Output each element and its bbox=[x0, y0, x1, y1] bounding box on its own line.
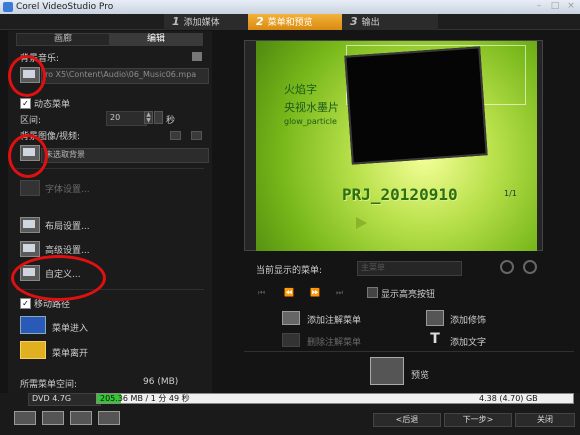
step-menu-preview[interactable]: 2 菜单和预览 bbox=[248, 14, 344, 30]
step-add-media[interactable]: 1 添加媒体 bbox=[164, 14, 260, 30]
menu-space-value: 96 (MB) bbox=[143, 377, 179, 387]
add-text-icon[interactable]: T bbox=[426, 331, 444, 347]
tab-edit[interactable]: 编辑 bbox=[109, 33, 203, 46]
minimize-icon[interactable]: – bbox=[532, 0, 546, 12]
current-menu-select[interactable]: 主菜单 bbox=[357, 261, 462, 276]
font-settings-button[interactable]: 字体设置... bbox=[45, 182, 90, 195]
add-note-menu-icon[interactable] bbox=[282, 311, 300, 325]
menu-settings-panel: 画廊 编辑 背景音乐: ro X5\Content\Audio\06_Music… bbox=[8, 31, 212, 395]
redo-icon[interactable] bbox=[523, 260, 537, 274]
advanced-settings-button[interactable]: 高级设置... bbox=[45, 243, 90, 256]
keyboard-icon[interactable] bbox=[14, 411, 36, 425]
preview-icon[interactable] bbox=[370, 357, 404, 385]
annotation-circle bbox=[11, 255, 106, 301]
step-bar: 1 添加媒体 2 菜单和预览 3 输出 bbox=[0, 14, 580, 30]
font-settings-icon bbox=[20, 180, 40, 196]
interval-input[interactable]: 20 bbox=[106, 111, 147, 126]
add-note-menu-button[interactable]: 添加注解菜单 bbox=[307, 313, 361, 326]
seconds-label: 秒 bbox=[166, 116, 176, 126]
disc-used-text: 205.36 MB / 1 分 49 秒 bbox=[100, 394, 190, 403]
divider bbox=[244, 351, 574, 352]
page-indicator: 1/1 bbox=[504, 189, 517, 198]
delete-note-menu-button[interactable]: 删除注解菜单 bbox=[307, 335, 361, 348]
layout-settings-icon bbox=[20, 217, 40, 233]
disc-total-text: 4.38 (4.70) GB bbox=[479, 394, 538, 403]
preview-button[interactable]: 预览 bbox=[411, 368, 429, 381]
menu-leave-label: 菜单离开 bbox=[52, 349, 89, 359]
current-menu-label: 当前显示的菜单: bbox=[256, 266, 323, 276]
interval-stepper[interactable]: ▲ ▼ bbox=[144, 111, 153, 124]
undo-icon[interactable] bbox=[500, 260, 514, 274]
disc-space-bar: 205.36 MB / 1 分 49 秒 4.38 (4.70) GB bbox=[96, 393, 574, 404]
add-decoration-icon[interactable] bbox=[426, 310, 444, 326]
tab-gallery[interactable]: 画廊 bbox=[16, 33, 110, 46]
show-highlight-checkbox[interactable] bbox=[367, 287, 378, 298]
next-frame-icon[interactable]: ⏩ bbox=[310, 288, 322, 297]
menu-leave-icon[interactable] bbox=[20, 341, 46, 359]
motion-path-checkbox[interactable]: ✓ bbox=[20, 298, 31, 309]
step-output[interactable]: 3 输出 bbox=[342, 14, 438, 30]
menu-enter-label: 菜单进入 bbox=[52, 324, 89, 334]
next-button[interactable]: 下一步> bbox=[444, 413, 512, 427]
menu-space-label: 所需菜单空间: bbox=[20, 380, 78, 390]
project-title[interactable]: PRJ_20120910 bbox=[342, 185, 458, 204]
back-button[interactable]: <后退 bbox=[373, 413, 441, 427]
thumbnail-frame[interactable] bbox=[344, 46, 488, 165]
close-button[interactable]: 关闭 bbox=[515, 413, 575, 427]
motion-menu-checkbox[interactable]: ✓ bbox=[20, 98, 31, 109]
last-frame-icon[interactable]: ⏭ bbox=[336, 288, 348, 297]
motion-menu-label: 动态菜单 bbox=[34, 100, 71, 110]
step-label: 添加媒体 bbox=[183, 18, 220, 28]
menu-item-1[interactable]: 火焰字 bbox=[284, 81, 317, 97]
menu-preview: 火焰字 央视水墨片 glow_particle PRJ_20120910 1/1 bbox=[244, 40, 543, 251]
list-icon[interactable] bbox=[192, 52, 202, 61]
app-icon bbox=[3, 2, 13, 12]
menu-item-2[interactable]: 央视水墨片 bbox=[284, 99, 339, 115]
prev-frame-icon[interactable]: ⏪ bbox=[284, 288, 296, 297]
maximize-icon[interactable]: □ bbox=[548, 0, 562, 12]
advanced-settings-icon bbox=[20, 241, 40, 257]
annotation-circle bbox=[8, 55, 46, 97]
interval-label: 区间: bbox=[20, 116, 42, 126]
delete-note-menu-icon bbox=[282, 333, 300, 347]
step-number: 1 bbox=[172, 15, 180, 28]
add-text-button[interactable]: 添加文字 bbox=[450, 335, 486, 348]
menu-enter-icon[interactable] bbox=[20, 316, 46, 334]
menu-item-3[interactable]: glow_particle bbox=[284, 117, 337, 126]
next-page-arrow-icon[interactable] bbox=[356, 217, 367, 229]
layout-settings-button[interactable]: 布局设置... bbox=[45, 219, 90, 232]
step-number: 3 bbox=[350, 15, 358, 28]
add-decoration-button[interactable]: 添加修饰 bbox=[450, 313, 486, 326]
bg-option-icon[interactable] bbox=[170, 131, 181, 140]
app-title: Corel VideoStudio Pro bbox=[16, 2, 114, 12]
show-highlight-label: 显示高亮按钮 bbox=[381, 290, 436, 300]
title-bar: Corel VideoStudio Pro bbox=[0, 0, 580, 14]
menu-background-image: 火焰字 央视水墨片 glow_particle PRJ_20120910 1/1 bbox=[256, 41, 537, 251]
bg-music-path-field[interactable]: ro X5\Content\Audio\06_Music06.mpa bbox=[41, 68, 209, 84]
disc-icon[interactable] bbox=[70, 411, 92, 425]
interval-reset-button[interactable] bbox=[154, 111, 163, 124]
step-label: 菜单和预览 bbox=[267, 18, 313, 28]
step-label: 输出 bbox=[361, 18, 380, 28]
first-frame-icon[interactable]: ⏮ bbox=[258, 288, 270, 297]
bg-image-field[interactable]: 未选取背景 bbox=[41, 148, 209, 163]
bg-option-icon-2[interactable] bbox=[191, 131, 202, 140]
step-number: 2 bbox=[256, 15, 264, 28]
annotation-circle bbox=[8, 134, 48, 178]
export-icon[interactable] bbox=[98, 411, 120, 425]
close-icon[interactable]: × bbox=[564, 0, 578, 12]
settings-icon[interactable] bbox=[42, 411, 64, 425]
bottom-bar: DVD 4.7G 205.36 MB / 1 分 49 秒 4.38 (4.70… bbox=[0, 393, 580, 435]
disc-type-select[interactable]: DVD 4.7G bbox=[28, 393, 101, 406]
